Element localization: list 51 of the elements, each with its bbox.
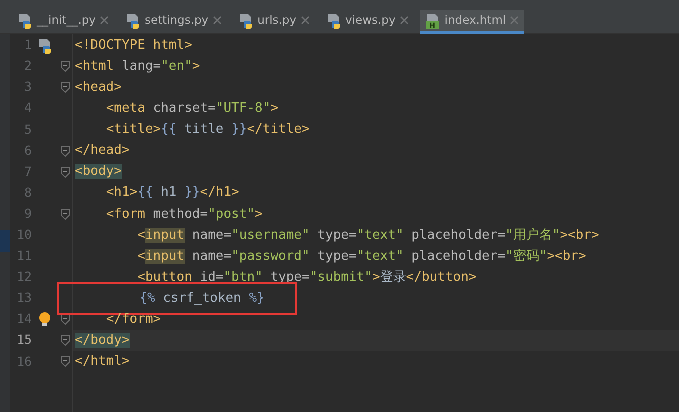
fold-marker-icon[interactable] bbox=[60, 166, 70, 178]
close-icon bbox=[400, 16, 409, 25]
python-file-icon bbox=[17, 12, 33, 28]
close-icon bbox=[510, 16, 520, 25]
line-number: 9 bbox=[23, 204, 32, 223]
line-number: 10 bbox=[16, 226, 32, 244]
file-tab[interactable]: settings.py bbox=[120, 10, 227, 34]
line-number: 1 bbox=[23, 36, 32, 54]
code-line: <meta charset="UTF-8"> bbox=[105, 100, 279, 118]
line-number: 3 bbox=[23, 78, 32, 96]
code-line: </html> bbox=[75, 353, 130, 372]
line-number: 16 bbox=[16, 352, 32, 371]
code-line: </head> bbox=[75, 142, 130, 160]
line-number: 6 bbox=[23, 142, 32, 160]
fold-marker-icon[interactable] bbox=[60, 208, 70, 220]
line-number: 7 bbox=[23, 162, 32, 181]
code-line: </form> bbox=[105, 311, 162, 330]
gutter-marker bbox=[0, 230, 10, 252]
fold-marker-icon[interactable] bbox=[60, 335, 70, 346]
line-number: 13 bbox=[16, 289, 32, 308]
line-number: 11 bbox=[16, 247, 32, 266]
file-tab[interactable]: __init__.py bbox=[12, 10, 114, 34]
close-icon bbox=[100, 16, 109, 25]
fold-marker-icon[interactable] bbox=[60, 82, 70, 94]
line-number: 12 bbox=[16, 268, 32, 286]
code-line: {% csrf_token %} bbox=[59, 284, 295, 314]
line-number: 15 bbox=[16, 331, 32, 350]
code-line: <input name="username" type="text" placeholder="用户名"><br> bbox=[136, 226, 600, 245]
code-line: <h1>{{ h1 }}</h1> bbox=[105, 184, 240, 202]
fold-marker-icon[interactable] bbox=[60, 356, 70, 368]
code-line: <head> bbox=[75, 78, 122, 97]
line-number: 14 bbox=[16, 310, 32, 328]
code-line: <title>{{ title }}</title> bbox=[105, 121, 310, 140]
line-number: 5 bbox=[23, 120, 32, 139]
python-file-icon bbox=[238, 12, 254, 28]
code-line: <html lang="en"> bbox=[75, 58, 200, 76]
fold-marker-icon[interactable] bbox=[60, 146, 70, 157]
close-icon bbox=[212, 16, 222, 25]
code-line: <input name="password" type="text" placeholder="密码"><br> bbox=[136, 248, 586, 266]
python-file-icon bbox=[124, 12, 141, 28]
fold-marker-icon[interactable] bbox=[60, 61, 70, 72]
close-icon bbox=[300, 16, 310, 25]
line-number: 8 bbox=[23, 184, 32, 202]
file-tab[interactable]: urls.py bbox=[232, 10, 315, 34]
python-file-icon bbox=[326, 12, 342, 28]
file-tab[interactable]: views.py bbox=[320, 10, 414, 34]
fold-marker-icon[interactable] bbox=[60, 314, 70, 326]
code-line: <!DOCTYPE html> bbox=[75, 36, 192, 55]
line-number: 2 bbox=[23, 57, 32, 76]
code-line: <form method="post"> bbox=[105, 206, 263, 224]
line-number: 4 bbox=[23, 99, 32, 118]
